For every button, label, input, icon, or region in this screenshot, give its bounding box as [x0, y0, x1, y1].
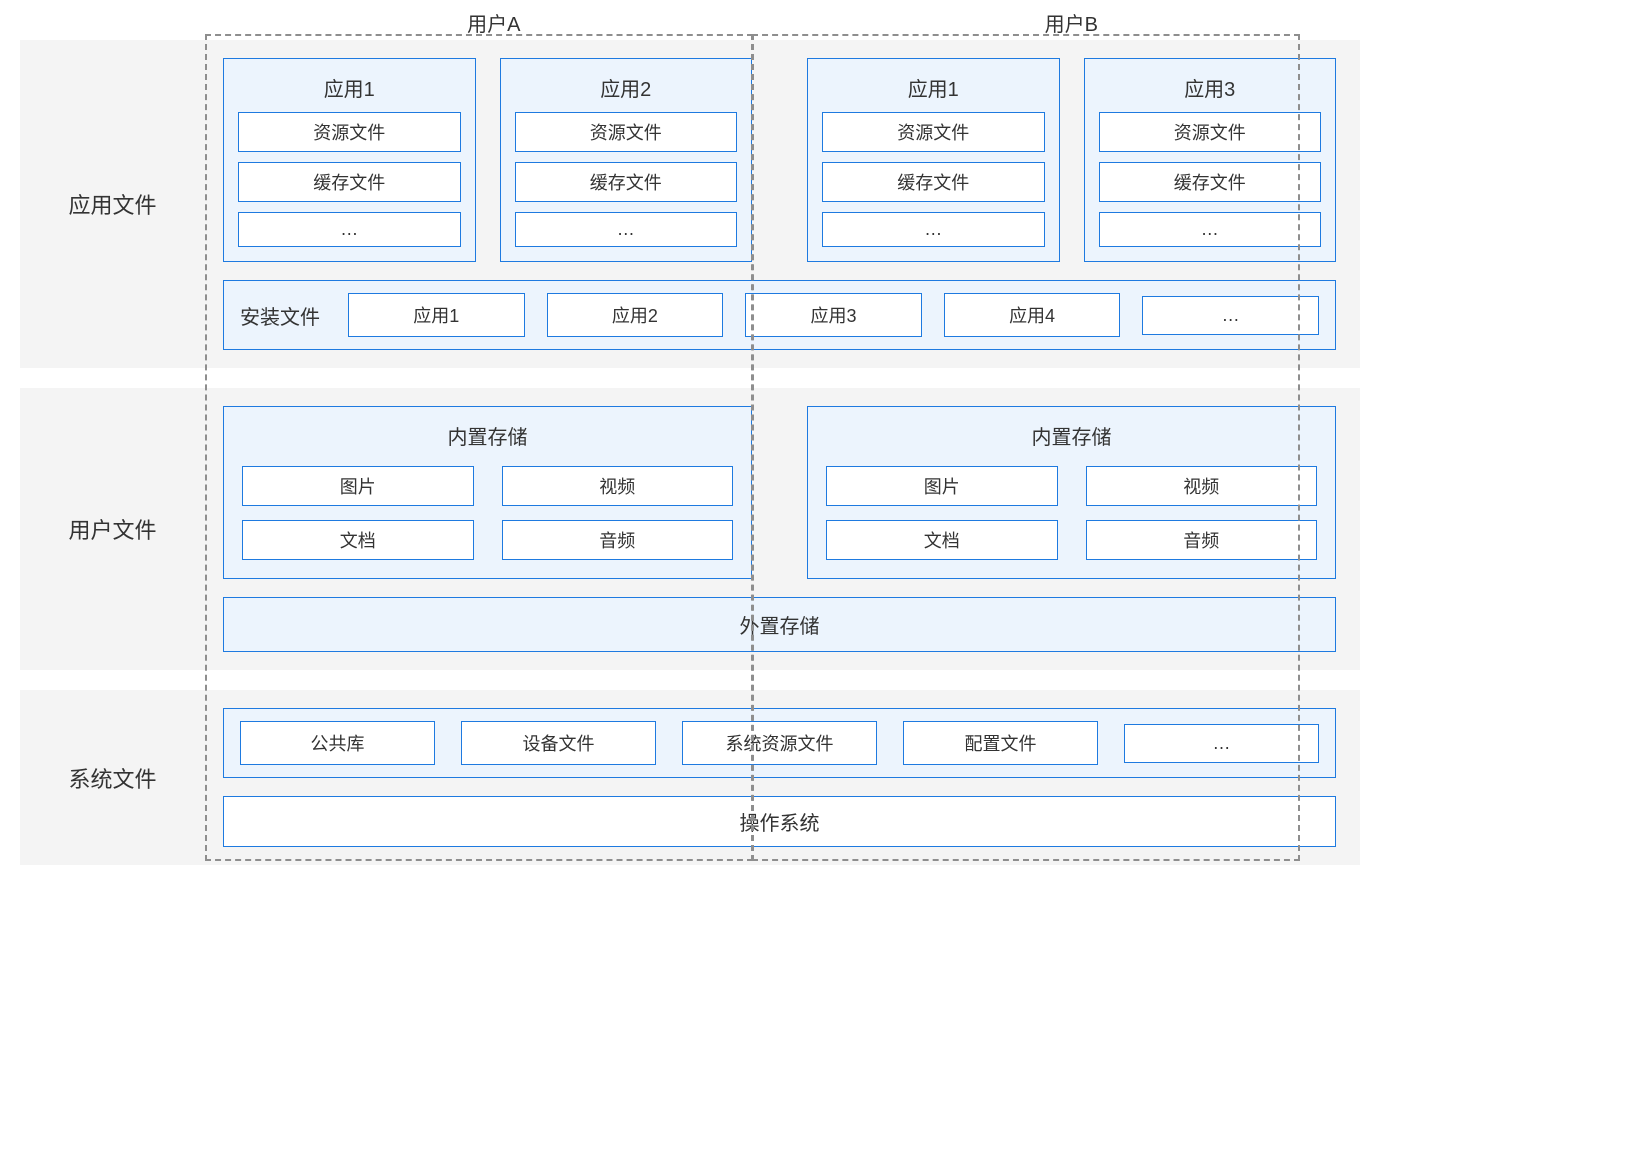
install-files-row: 安装文件 应用1 应用2 应用3 应用4 … — [223, 280, 1336, 350]
sys-more: … — [1124, 724, 1319, 763]
app-a1-item-cache: 缓存文件 — [238, 162, 461, 202]
user-a-storage-audio: 音频 — [502, 520, 734, 560]
external-storage: 外置存储 — [223, 597, 1336, 652]
install-app1: 应用1 — [348, 293, 525, 337]
app-a2-item-resources: 资源文件 — [515, 112, 738, 152]
section-user-files: 用户文件 内置存储 图片 视频 文档 音频 内置存储 图片 视频 — [20, 388, 1360, 670]
user-b-internal-storage-title: 内置存储 — [826, 417, 1317, 460]
user-b-internal-storage: 内置存储 图片 视频 文档 音频 — [807, 406, 1336, 579]
app-b1-item-cache: 缓存文件 — [822, 162, 1045, 202]
install-app3: 应用3 — [745, 293, 922, 337]
app-card-b3: 应用3 资源文件 缓存文件 … — [1084, 58, 1337, 262]
user-b-storage-images: 图片 — [826, 466, 1058, 506]
app-cards-row: 应用1 资源文件 缓存文件 … 应用2 资源文件 缓存文件 … — [223, 58, 1336, 262]
user-a-label: 用户A — [205, 8, 783, 37]
user-b-storage-docs: 文档 — [826, 520, 1058, 560]
app-b3-item-cache: 缓存文件 — [1099, 162, 1322, 202]
app-card-a2-title: 应用2 — [515, 69, 738, 112]
user-b-label: 用户B — [783, 8, 1361, 37]
section-app-files: 应用文件 应用1 资源文件 缓存文件 … 应用2 — [20, 40, 1360, 368]
section-system-files-label: 系统文件 — [20, 690, 205, 865]
user-a-storage-images: 图片 — [242, 466, 474, 506]
app-a2-item-more: … — [515, 212, 738, 247]
app-card-b1: 应用1 资源文件 缓存文件 … — [807, 58, 1060, 262]
user-b-apps: 应用1 资源文件 缓存文件 … 应用3 资源文件 缓存文件 … — [807, 58, 1336, 262]
install-more: … — [1142, 296, 1319, 335]
sys-public-lib: 公共库 — [240, 721, 435, 765]
external-storage-label: 外置存储 — [740, 610, 820, 639]
app-b1-item-more: … — [822, 212, 1045, 247]
app-b1-item-resources: 资源文件 — [822, 112, 1045, 152]
app-card-a1: 应用1 资源文件 缓存文件 … — [223, 58, 476, 262]
user-a-internal-storage: 内置存储 图片 视频 文档 音频 — [223, 406, 752, 579]
app-a1-item-more: … — [238, 212, 461, 247]
system-components-row: 公共库 设备文件 系统资源文件 配置文件 … — [223, 708, 1336, 778]
user-a-apps: 应用1 资源文件 缓存文件 … 应用2 资源文件 缓存文件 … — [223, 58, 752, 262]
install-files-label: 安装文件 — [240, 301, 326, 330]
section-system-files: 系统文件 公共库 设备文件 系统资源文件 配置文件 … 操作系统 — [20, 690, 1360, 865]
app-a1-item-resources: 资源文件 — [238, 112, 461, 152]
operating-system-label: 操作系统 — [740, 807, 820, 836]
user-a-storage-video: 视频 — [502, 466, 734, 506]
app-card-b3-title: 应用3 — [1099, 69, 1322, 112]
app-card-a1-title: 应用1 — [238, 69, 461, 112]
app-a2-item-cache: 缓存文件 — [515, 162, 738, 202]
app-card-a2: 应用2 资源文件 缓存文件 … — [500, 58, 753, 262]
user-a-storage-docs: 文档 — [242, 520, 474, 560]
sys-resource-files: 系统资源文件 — [682, 721, 877, 765]
section-user-files-label: 用户文件 — [20, 388, 205, 670]
user-b-storage-audio: 音频 — [1086, 520, 1318, 560]
app-b3-item-resources: 资源文件 — [1099, 112, 1322, 152]
app-card-b1-title: 应用1 — [822, 69, 1045, 112]
section-app-files-label: 应用文件 — [20, 40, 205, 368]
sys-config-files: 配置文件 — [903, 721, 1098, 765]
file-system-diagram: 用户A 用户B 应用文件 应用1 资源文件 缓存文件 … — [20, 40, 1360, 865]
user-column-labels: 用户A 用户B — [205, 8, 1360, 37]
internal-storage-row: 内置存储 图片 视频 文档 音频 内置存储 图片 视频 文档 音频 — [223, 406, 1336, 579]
install-app2: 应用2 — [547, 293, 724, 337]
user-b-storage-video: 视频 — [1086, 466, 1318, 506]
operating-system-row: 操作系统 — [223, 796, 1336, 847]
sys-device-files: 设备文件 — [461, 721, 656, 765]
user-a-internal-storage-title: 内置存储 — [242, 417, 733, 460]
app-b3-item-more: … — [1099, 212, 1322, 247]
install-app4: 应用4 — [944, 293, 1121, 337]
